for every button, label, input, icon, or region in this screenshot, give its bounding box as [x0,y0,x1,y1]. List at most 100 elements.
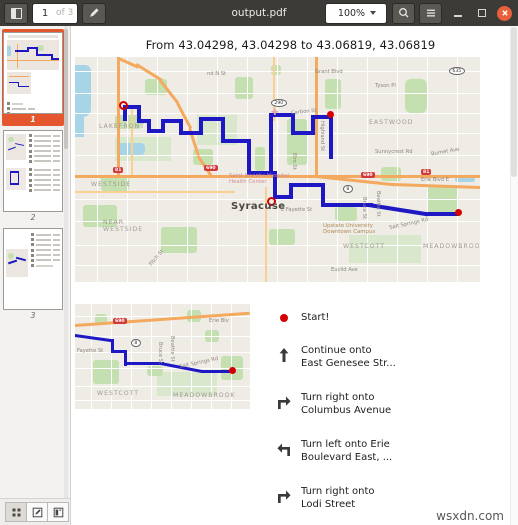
minimize-icon[interactable] [448,3,468,23]
sidebar-scrollbar-thumb[interactable] [64,29,68,149]
sidebar-footer-toolbar [0,498,70,525]
detail-label-westcott: WESTCOTT [97,390,140,397]
direction-row-1: Start! [267,298,510,338]
direction-4-distance: 754 m [503,432,510,456]
map-label-syracuse: Syracuse [231,201,286,212]
route-shield-635: 635 [449,67,465,75]
pdf-page-1: From 43.04298, 43.04298 to 43.06819, 43.… [71,26,510,525]
direction-3-line2: Columbus Avenue [301,404,392,416]
thumbnail-sidebar: 1 2 3 [0,26,71,525]
page-title: From 43.04298, 43.04298 to 43.06819, 43.… [145,38,436,52]
grid-icon[interactable] [5,502,27,522]
direction-1-distance [503,312,510,325]
maximize-icon[interactable] [472,3,492,23]
direction-4-line1: Turn left onto Erie [301,439,390,450]
map-label-beattie-st: Beattie St [375,191,381,217]
note-icon[interactable] [27,502,48,522]
thumbnail-page-1-preview [3,32,63,114]
direction-2-line1: Continue onto [301,345,372,356]
direction-row-3: Turn right onto Columbus Avenue 389 m [267,385,510,432]
title-bar-right-controls: 100% [325,2,514,24]
thumbnail-page-3[interactable]: 3 [3,228,63,322]
direction-4-line2: Boulevard East, ... [301,451,393,463]
map-label-upstate: Upstate University Downtown Campus [323,223,376,235]
map-label-lakefront: LAKEFRONT [99,123,145,130]
route-shield-290: 290 [271,99,287,107]
map-label-eastwood: EASTWOOD [369,119,414,126]
map-label-tyson-pl: Tyson Pl [375,83,396,89]
hamburger-menu-icon[interactable] [419,2,442,24]
highway-shield-i81-south: 81 [421,169,432,175]
thumb-map-main [7,40,59,70]
turn-right-icon [267,385,301,410]
page-number-input[interactable]: 1 [37,8,53,19]
direction-row-4: Turn left onto Erie Boulevard East, ... … [267,432,510,479]
document-view[interactable]: From 43.04298, 43.04298 to 43.06819, 43.… [71,26,518,525]
thumbnail-page-1-label: 1 [30,115,36,124]
direction-1-instruction: Start! [301,311,330,323]
map-label-e-fayette-st: E Fayette St [281,207,313,213]
map-label-meadowbrook: MEADOWBROOK [423,243,480,250]
waypoint-marker-a [327,111,334,118]
map-label-grant-blvd: Grant Blvd [315,69,343,75]
document-scrollbar-track[interactable] [510,26,518,525]
hospital-icon: ✚ [271,108,279,118]
detail-label-erie-blvd: Erie Blv [209,318,229,324]
sidebar-toggle-icon[interactable] [4,2,28,24]
route-map-overview: ✚ 81 690 690 81 290 635 8 LAKEFRONT WEST… [75,57,480,282]
detail-end-marker [229,367,236,374]
map-label-westcott: WESTCOTT [343,243,386,250]
thumbnail-list[interactable]: 1 2 3 [0,26,70,498]
direction-3-line1: Turn right onto [301,392,375,403]
thumbnail-page-2[interactable]: 2 [3,130,63,224]
thumbnail-page-3-label: 3 [30,311,36,320]
pencil-icon[interactable] [82,2,107,24]
direction-5-distance: 293 m [503,479,510,503]
map-label-westside: WESTSIDE [91,181,132,188]
map-label-near-westside: NEAR WESTSIDE [103,219,144,233]
direction-3-distance: 389 m [503,385,510,409]
end-marker [455,209,462,216]
route-shield-8: 8 [343,185,353,193]
map-label-highland-st: Highland St [319,121,325,152]
detail-label-fayette-st: Fayette St [77,348,104,354]
direction-row-2: Continue onto East Genesee Str... 2.3 km [267,338,510,385]
map-label-hospital: Saint Josephs Hospital Health Center [229,173,289,185]
page-count-label: of 3 [56,8,74,18]
map-label-erie-blvd-e: Erie Blvd E [421,177,449,183]
watermark: wsxdn.com [436,509,504,523]
directions-list: Start! Continue onto East Genesee Str... [267,298,510,525]
search-icon[interactable] [392,2,415,24]
pdf-viewer-window: 1 of 3 output.pdf 100% 1 2 3 From 43.042… [0,0,518,525]
thumbnail-page-2-preview [3,130,63,212]
direction-2-distance: 2.3 km [503,338,510,362]
close-icon[interactable] [497,5,512,21]
detail-label-bruce-st: Bruce St [157,342,163,364]
zoom-select[interactable]: 100% [325,2,387,24]
page-number-field[interactable]: 1 of 3 [32,2,79,24]
start-dot-icon [267,314,301,322]
thumbnail-page-1[interactable]: 1 [2,29,64,126]
highway-shield-i690-west: 690 [204,165,218,171]
thumbnail-page-3-preview [3,228,63,310]
turn-left-icon [267,432,301,457]
direction-5-line1: Turn right onto [301,486,375,497]
chevron-down-icon [370,11,377,15]
detail-label-meadowbrook: MEADOWBROOK [173,392,236,399]
map-label-sunnycrest: Sunnycrest Rd [375,149,413,155]
highway-shield-i81-north: 81 [113,167,124,173]
turn-right-icon [267,479,301,504]
direction-2-text: Continue onto East Genesee Str... [301,338,503,370]
direction-4-text: Turn left onto Erie Boulevard East, ... [301,432,503,464]
detail-label-beattie-st: Beattie St [169,336,175,362]
thumb-directions [4,98,38,113]
thumb-map-lower [7,72,31,94]
detail-route-shield-8: 8 [131,339,141,347]
direction-2-line2: East Genesee Str... [301,357,396,369]
route-map-detail: 8 690 Fayette St Erie Blv Bruce St Beatt… [75,304,250,409]
outline-icon[interactable] [48,502,69,522]
title-bar-left-controls: 1 of 3 [4,2,110,24]
document-scrollbar-thumb[interactable] [511,27,517,177]
start-marker [119,101,128,110]
direction-3-text: Turn right onto Columbus Avenue [301,385,503,417]
